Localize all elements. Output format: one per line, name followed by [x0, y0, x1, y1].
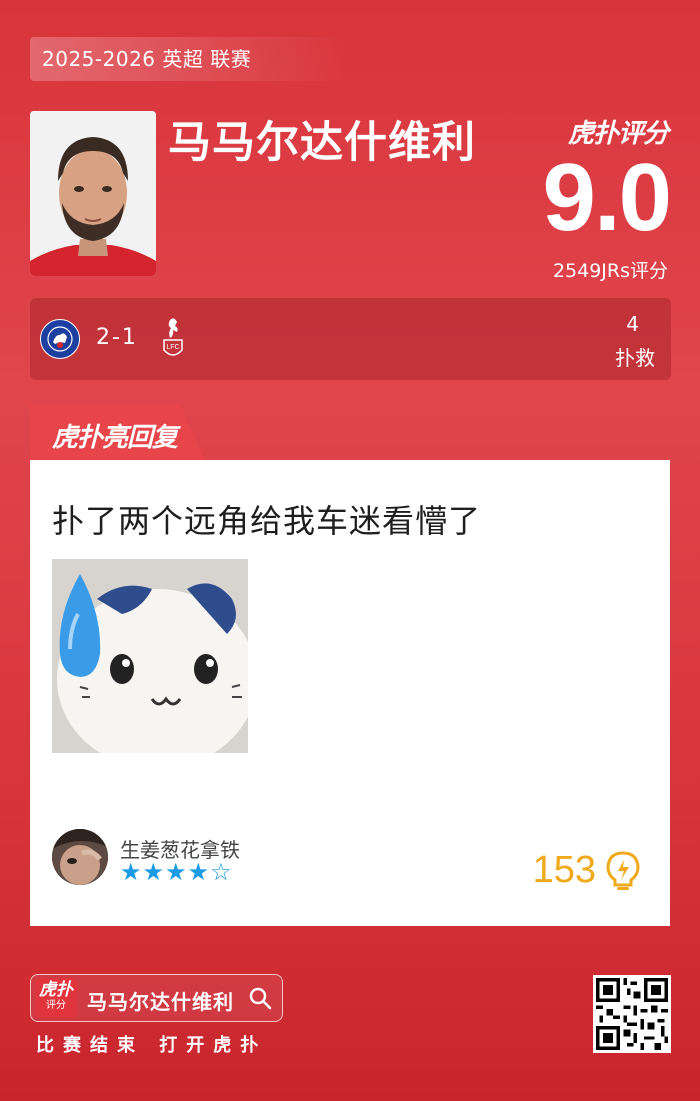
player-score: 9.0 [542, 144, 672, 251]
search-pill[interactable]: 虎扑 评分 马马尔达什维利 [30, 974, 283, 1022]
logo-sub: 评分 [46, 1000, 66, 1011]
rating-stars-full: ★★★★ [120, 858, 211, 886]
player-photo [30, 111, 156, 276]
rating-stars-empty: ☆ [210, 858, 233, 886]
search-query: 马马尔达什维利 [87, 990, 234, 1014]
saves-value: 4 [626, 312, 639, 336]
logo-main: 虎扑 [39, 980, 73, 1000]
footer-caption: 比赛结束 打开虎扑 [36, 1035, 268, 1056]
reply-tag-label: 虎扑亮回复 [52, 423, 178, 453]
player-name: 马马尔达什维利 [168, 118, 476, 168]
liverpool-crest-icon: LFC [160, 316, 186, 362]
vote-count: 2549JRs评分 [552, 260, 668, 282]
reply-card[interactable]: 扑了两个远角给我车迷看懵了 生姜葱花拿铁 ★★★★☆ 153 [30, 460, 670, 926]
comment-text: 扑了两个远角给我车迷看懵了 [52, 502, 482, 540]
user-avatar[interactable] [52, 829, 108, 885]
like-count: 153 [532, 849, 596, 891]
saves-label: 扑救 [615, 346, 655, 370]
hupu-logo: 虎扑 评分 [35, 978, 77, 1018]
search-icon[interactable] [248, 986, 272, 1010]
match-bar[interactable]: 2-1 LFC 4 扑救 [30, 298, 671, 380]
rating-stars: ★★★★☆ [120, 858, 233, 886]
chelsea-crest-icon [40, 319, 80, 359]
meme-image[interactable] [52, 559, 248, 753]
season-label: 2025-2026 英超 联赛 [30, 37, 350, 81]
qr-code-icon[interactable] [593, 975, 671, 1053]
svg-text:LFC: LFC [166, 344, 179, 351]
lightbulb-icon[interactable] [604, 850, 642, 892]
match-result: 2-1 [96, 325, 138, 350]
reply-tag: 虎扑亮回复 [30, 404, 204, 460]
